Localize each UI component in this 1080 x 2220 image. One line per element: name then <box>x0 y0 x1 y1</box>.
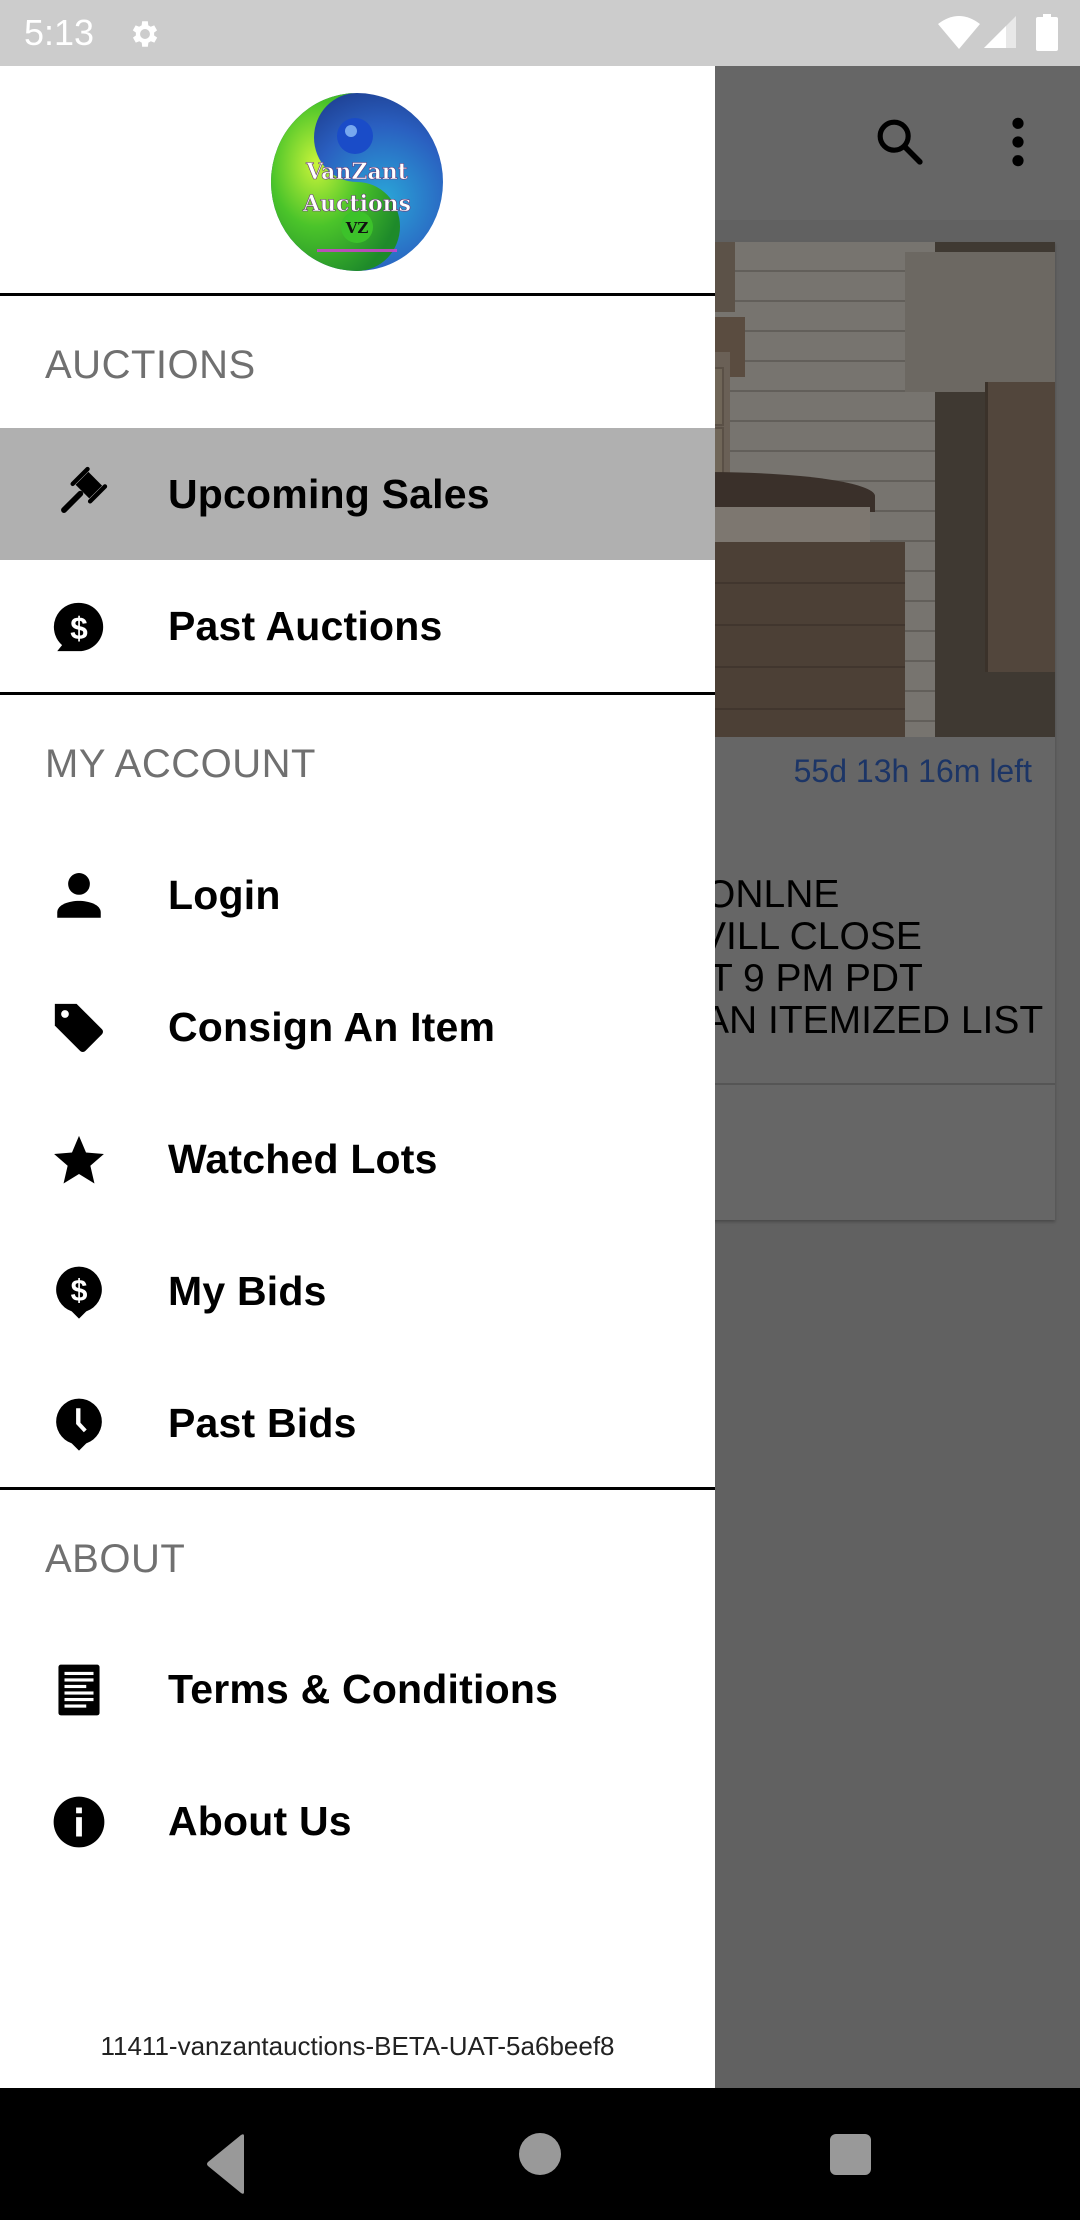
description-line: ONLNE <box>705 873 840 916</box>
drawer-item-past-auctions[interactable]: $ Past Auctions <box>0 560 715 692</box>
battery-icon <box>1036 14 1058 51</box>
tag-icon <box>54 1003 103 1052</box>
person-icon <box>57 873 101 918</box>
wifi-icon <box>938 16 980 49</box>
drawer-item-label: Upcoming Sales <box>168 471 490 517</box>
app-version-label: 11411-vanzantauctions-BETA-UAT-5a6beef8 <box>100 2031 615 2061</box>
drawer-item-label: Past Bids <box>168 1400 357 1446</box>
drawer-item-terms-conditions[interactable]: Terms & Conditions <box>0 1623 715 1755</box>
navigation-drawer: VZ VanZant Auctions AUCTIONS Upcoming Sa… <box>0 66 715 2088</box>
drawer-item-label: My Bids <box>168 1268 327 1314</box>
logo-badge: VZ <box>345 219 369 237</box>
section-divider <box>0 1487 715 1490</box>
back-button[interactable] <box>204 2132 248 2196</box>
drawer-item-upcoming-sales[interactable]: Upcoming Sales <box>0 428 715 560</box>
status-bar: 5:13 <box>0 0 1080 66</box>
section-divider <box>0 293 715 296</box>
drawer-item-login[interactable]: Login <box>0 829 715 961</box>
drawer-item-about-us[interactable]: About Us <box>0 1755 715 1887</box>
dollar-chat-bubble-icon: $ <box>53 602 104 652</box>
section-header-auctions: AUCTIONS <box>45 343 256 387</box>
status-time: 5:13 <box>24 12 95 53</box>
dollar-pin-icon: $ <box>56 1266 102 1319</box>
logo-line1: VanZant <box>305 159 409 185</box>
vanzant-auctions-logo: VZ VanZant Auctions <box>271 93 443 271</box>
gavel-icon <box>61 466 108 513</box>
logo-line2: Auctions <box>302 191 411 217</box>
description-line: T 9 PM PDT <box>709 957 923 1000</box>
cellular-signal-icon <box>984 16 1016 48</box>
drawer-item-label: Watched Lots <box>168 1136 438 1182</box>
drawer-item-label: Terms & Conditions <box>168 1666 559 1712</box>
drawer-item-label: Login <box>168 872 281 918</box>
overflow-menu-icon[interactable] <box>1000 114 1036 170</box>
settings-gear-icon <box>132 21 158 47</box>
drawer-item-consign-an-item[interactable]: Consign An Item <box>0 961 715 1093</box>
star-icon <box>54 1135 104 1184</box>
drawer-item-label: Past Auctions <box>168 603 443 649</box>
drawer-item-past-bids[interactable]: Past Bids <box>0 1357 715 1489</box>
section-divider <box>0 692 715 695</box>
recents-button[interactable] <box>830 2134 871 2175</box>
drawer-item-my-bids[interactable]: $ My Bids <box>0 1225 715 1357</box>
info-icon <box>53 1796 105 1848</box>
system-navigation-bar <box>0 2088 1080 2220</box>
section-header-my-account: MY ACCOUNT <box>45 742 316 786</box>
svg-text:$: $ <box>70 611 88 646</box>
drawer-item-label: About Us <box>168 1798 352 1844</box>
search-icon[interactable] <box>872 114 928 170</box>
document-icon <box>58 1664 100 1716</box>
drawer-item-watched-lots[interactable]: Watched Lots <box>0 1093 715 1225</box>
description-line: VILL CLOSE <box>700 915 922 958</box>
section-header-about: ABOUT <box>45 1537 186 1581</box>
description-line: AN ITEMIZED LIST <box>703 999 1044 1042</box>
time-left-label: 55d 13h 16m left <box>793 753 1032 789</box>
svg-text:$: $ <box>71 1274 88 1307</box>
home-button[interactable] <box>519 2133 561 2175</box>
clock-pin-icon <box>56 1398 102 1451</box>
drawer-item-label: Consign An Item <box>168 1004 496 1050</box>
